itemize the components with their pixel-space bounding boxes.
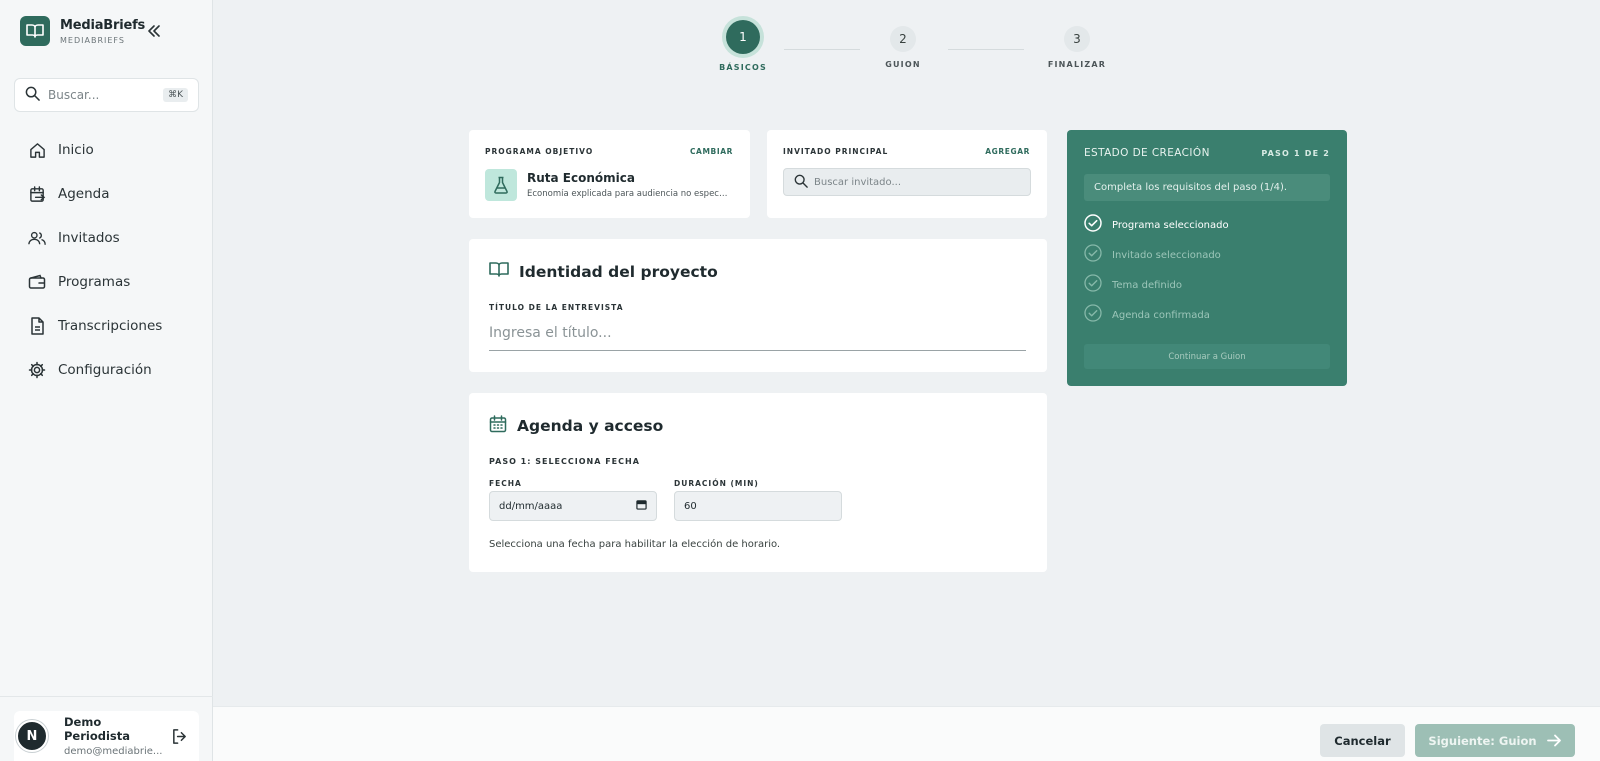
- status-title: ESTADO DE CREACIÓN: [1084, 147, 1210, 159]
- sidebar-item-label: Agenda: [58, 186, 110, 202]
- creation-status-panel: ESTADO DE CREACIÓN PASO 1 DE 2 Completa …: [1067, 130, 1347, 386]
- collapse-sidebar-icon[interactable]: [145, 22, 163, 40]
- step-label: GUION: [885, 60, 921, 69]
- app-name: MediaBriefs: [60, 17, 146, 33]
- app-subtitle: MEDIABRIEFS: [60, 35, 125, 45]
- add-guest-link[interactable]: AGREGAR: [985, 147, 1030, 156]
- step-label: FINALIZAR: [1047, 60, 1107, 69]
- step-basicos[interactable]: 1 BÁSICOS: [708, 20, 778, 72]
- requirement-item: Programa seleccionado: [1084, 214, 1229, 236]
- guest-search-input[interactable]: Buscar invitado...: [783, 168, 1031, 196]
- requirement-label: Programa seleccionado: [1112, 219, 1229, 231]
- schedule-step-label: PASO 1: SELECCIONA FECHA: [489, 457, 640, 466]
- schedule-title: Agenda y acceso: [517, 417, 664, 435]
- user-name: Demo Periodista: [64, 715, 131, 743]
- interview-title-label: TÍTULO DE LA ENTREVISTA: [489, 303, 624, 312]
- status-note: Completa los requisitos del paso (1/4).: [1084, 174, 1330, 201]
- date-label: FECHA: [489, 479, 522, 488]
- calendar-icon: [489, 415, 507, 437]
- gear-icon: [28, 361, 46, 379]
- identity-title: Identidad del proyecto: [519, 262, 718, 281]
- continue-to-guion-button[interactable]: Continuar a Guion: [1084, 344, 1330, 369]
- flask-icon: [485, 169, 517, 201]
- duration-label: DURACIÓN (MIN): [674, 479, 759, 488]
- step-guion[interactable]: 2 GUION: [868, 20, 938, 69]
- book-open-icon: [20, 16, 50, 46]
- check-circle-icon: [1084, 244, 1102, 266]
- sidebar-item-programas[interactable]: Programas: [14, 260, 199, 304]
- sidebar-item-configuracion[interactable]: Configuración: [14, 348, 199, 392]
- program-card-label: PROGRAMA OBJETIVO: [485, 147, 594, 156]
- interview-title-input[interactable]: Ingresa el título...: [489, 321, 1026, 351]
- home-icon: [28, 141, 46, 159]
- requirement-label: Invitado seleccionado: [1112, 249, 1221, 261]
- date-value: dd/mm/aaaa: [499, 500, 563, 512]
- sidebar-item-label: Inicio: [58, 142, 94, 158]
- sidebar-item-transcripciones[interactable]: Transcripciones: [14, 304, 199, 348]
- sidebar-item-label: Transcripciones: [58, 318, 163, 334]
- requirement-label: Tema definido: [1112, 279, 1182, 291]
- sidebar-item-invitados[interactable]: Invitados: [14, 216, 199, 260]
- duration-field[interactable]: 60: [674, 491, 842, 521]
- step-finalizar[interactable]: 3 FINALIZAR: [1042, 20, 1112, 69]
- calendar-icon[interactable]: [636, 499, 647, 513]
- check-circle-icon: [1084, 214, 1102, 236]
- requirement-item: Tema definido: [1084, 274, 1182, 296]
- divider: [0, 696, 213, 697]
- sidebar-item-label: Programas: [58, 274, 131, 290]
- document-icon: [28, 317, 46, 335]
- requirement-label: Agenda confirmada: [1112, 309, 1210, 321]
- book-open-icon: [489, 261, 509, 282]
- step-number: 1: [726, 20, 760, 54]
- search-placeholder: Buscar...: [48, 88, 100, 102]
- calendar-arrow-icon: [28, 185, 46, 203]
- sidebar-item-inicio[interactable]: Inicio: [14, 128, 199, 172]
- sidebar-item-label: Configuración: [58, 362, 152, 378]
- sidebar-search[interactable]: Buscar... ⌘K: [14, 78, 199, 112]
- check-circle-icon: [1084, 274, 1102, 296]
- program-card: PROGRAMA OBJETIVO CAMBIAR Ruta Económica…: [469, 130, 750, 218]
- check-circle-icon: [1084, 304, 1102, 326]
- program-description: Economía explicada para audiencia no esp…: [527, 189, 729, 199]
- logout-icon[interactable]: [169, 726, 189, 746]
- schedule-hint: Selecciona una fecha para habilitar la e…: [489, 539, 781, 550]
- sidebar-nav: Inicio Agenda Invitados Programas Transc…: [14, 128, 199, 392]
- change-program-link[interactable]: CAMBIAR: [690, 147, 733, 156]
- search-icon: [25, 86, 40, 105]
- users-icon: [28, 229, 46, 247]
- step-number: 3: [1064, 26, 1090, 52]
- guest-card-label: INVITADO PRINCIPAL: [783, 147, 889, 156]
- user-email: demo@mediabrie...: [64, 746, 163, 757]
- wallet-icon: [28, 273, 46, 291]
- brand[interactable]: MediaBriefs MEDIABRIEFS: [20, 16, 145, 46]
- guest-card: INVITADO PRINCIPAL AGREGAR Buscar invita…: [767, 130, 1047, 218]
- step-number: 2: [890, 26, 916, 52]
- step-label: BÁSICOS: [719, 63, 767, 72]
- status-step: PASO 1 DE 2: [1261, 149, 1330, 158]
- wizard-stepper: 1 BÁSICOS 2 GUION 3 FINALIZAR: [700, 20, 1120, 80]
- sidebar: MediaBriefs MEDIABRIEFS Buscar... ⌘K Ini…: [0, 0, 213, 761]
- program-name: Ruta Económica: [527, 171, 635, 185]
- user-profile[interactable]: N Demo Periodista demo@mediabrie...: [14, 711, 199, 761]
- schedule-card: Agenda y acceso PASO 1: SELECCIONA FECHA…: [469, 393, 1047, 572]
- avatar: N: [16, 720, 48, 752]
- search-shortcut: ⌘K: [163, 88, 188, 102]
- requirement-item: Agenda confirmada: [1084, 304, 1210, 326]
- date-field[interactable]: dd/mm/aaaa: [489, 491, 657, 521]
- sidebar-item-label: Invitados: [58, 230, 120, 246]
- requirement-item: Invitado seleccionado: [1084, 244, 1221, 266]
- next-button[interactable]: Siguiente: Guion: [1415, 724, 1575, 757]
- search-icon: [794, 173, 808, 192]
- identity-card: Identidad del proyecto TÍTULO DE LA ENTR…: [469, 239, 1047, 372]
- sidebar-item-agenda[interactable]: Agenda: [14, 172, 199, 216]
- cancel-button[interactable]: Cancelar: [1320, 724, 1405, 757]
- step-connector: [948, 49, 1024, 50]
- guest-search-placeholder: Buscar invitado...: [814, 176, 902, 188]
- arrow-right-icon: [1546, 734, 1562, 747]
- step-connector: [784, 49, 860, 50]
- next-button-label: Siguiente: Guion: [1428, 733, 1537, 748]
